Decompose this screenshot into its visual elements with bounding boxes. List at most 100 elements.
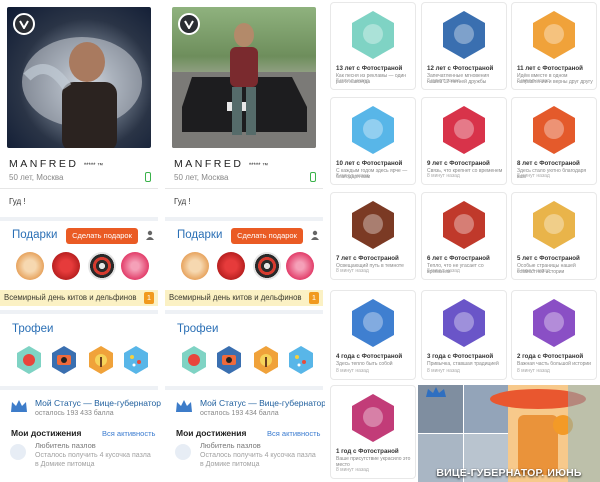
status-title[interactable]: Мой Статус — Вице-губернатор	[35, 398, 161, 408]
profile-name[interactable]: MANFRED ***** ™	[9, 158, 103, 170]
trophy-card-title: 2 года с Фотостраной	[517, 353, 584, 360]
holiday-banner[interactable]: Всемирный день китов и дельфинов 1	[165, 290, 323, 306]
trophy-card-time: 8 минут назад	[336, 368, 369, 374]
trophy-confetti-icon[interactable]	[123, 345, 149, 375]
make-gift-button[interactable]: Сделать подарок	[231, 228, 303, 244]
achievements-title: Мои достижения	[176, 428, 247, 438]
trophy-card[interactable]: 7 лет с Фотостраной Освещающий путь в тем…	[330, 192, 416, 280]
trophy-card-description: Здесь тепло быть собой	[336, 361, 393, 367]
trophy-card-title: 11 лет с Фотостраной	[517, 65, 583, 72]
make-gift-button[interactable]: Сделать подарок	[66, 228, 138, 244]
status-promo-image[interactable]: ВИЦЕ-ГУБЕРНАТОР. ИЮНЬ	[418, 385, 600, 482]
achievement-progress: Осталось получить 4 кусочка пазла в Доми…	[35, 452, 151, 468]
confetti-icon	[352, 106, 394, 154]
gift-teddy-bear[interactable]	[16, 252, 44, 280]
gift-dartboard[interactable]	[253, 252, 281, 280]
trophy-music-note-icon[interactable]	[181, 345, 207, 375]
verified-badge-icon	[178, 13, 200, 35]
fire-icon	[443, 201, 485, 249]
heart-link-icon	[443, 106, 485, 154]
trophy-card-time: 8 минут назад	[517, 368, 550, 374]
trophy-card[interactable]: 9 лет с Фотостраной Связь, что крепнет со…	[421, 97, 507, 185]
trophy-card-description: Важная часть большой истории	[517, 361, 591, 367]
trophy-card[interactable]: 3 года с Фотостраной Привычка, ставшая тр…	[421, 290, 507, 380]
heart-icon	[352, 299, 394, 347]
trophy-card-title: 8 лет с Фотостраной	[517, 160, 580, 167]
trophy-music-note-icon[interactable]	[16, 345, 42, 375]
user-icon[interactable]	[311, 230, 319, 240]
trophy-card[interactable]: 4 года с Фотостраной Здесь тепло быть соб…	[330, 290, 416, 380]
status-points-left: осталось 193 433 балла	[35, 410, 114, 417]
gift-dartboard[interactable]	[88, 252, 116, 280]
trophy-card-title: 13 лет с Фотострaной	[336, 65, 403, 72]
armchair-icon	[533, 106, 575, 154]
all-activity-link[interactable]: Вся активность	[267, 429, 320, 438]
profile-column-2: MANFRED ***** ™ 50 лет, Москва Гуд ! Под…	[165, 0, 326, 482]
status-crown-icon	[176, 400, 192, 412]
trophies-title[interactable]: Трофеи	[12, 323, 53, 335]
status-points-left: осталось 193 434 балла	[200, 410, 279, 417]
profile-info: 50 лет, Москва	[9, 173, 64, 182]
trophy-card-time: 8 минут назад	[427, 173, 460, 179]
holiday-banner[interactable]: Всемирный день китов и дельфинов 1	[0, 290, 158, 306]
trophy-card[interactable]: 10 лет с Фотостраной С каждым годом здесь…	[330, 97, 416, 185]
trophy-card-time: 8 минут назад	[427, 368, 460, 374]
profile-column-1: MANFRED ***** ™ 50 лет, Москва Гуд ! Под…	[0, 0, 161, 482]
status-title[interactable]: Мой Статус — Вице-губернатор	[200, 398, 326, 408]
all-activity-link[interactable]: Вся активность	[102, 429, 155, 438]
gift-heart-ring[interactable]	[121, 252, 149, 280]
trophies-title[interactable]: Трофеи	[177, 323, 218, 335]
trophy-card[interactable]: 6 лет с Фотостраной Тепло, что не угасает…	[421, 192, 507, 280]
trophy-cards-panel: ВИЦЕ-ГУБЕРНАТОР. ИЮНЬ 13 лет с Фотострaн…	[325, 0, 600, 482]
gift-teddy-bear[interactable]	[181, 252, 209, 280]
trophy-card[interactable]: 11 лет с Фотостраной Идём вместе в одном …	[511, 2, 597, 90]
achievement-progress: Осталось получить 4 кусочка пазла в Доми…	[200, 452, 316, 468]
achievements-title: Мои достижения	[11, 428, 82, 438]
trophy-card[interactable]: 1 год с Фотостраной Ваше присутствие укра…	[330, 385, 416, 479]
promo-caption: ВИЦЕ-ГУБЕРНАТОР. ИЮНЬ	[436, 467, 582, 479]
flower-icon	[352, 394, 394, 442]
mobile-phone-icon	[145, 172, 151, 182]
trophy-confetti-icon[interactable]	[288, 345, 314, 375]
trophy-palm-sunset-icon[interactable]	[88, 345, 114, 375]
holiday-count-badge: 1	[309, 292, 319, 304]
trophy-palm-sunset-icon[interactable]	[253, 345, 279, 375]
trophy-card[interactable]: 8 лет с Фотостраной Здесь стало уютно бла…	[511, 97, 597, 185]
trophy-card[interactable]: 2 года с Фотостраной Важная часть большой…	[511, 290, 597, 380]
gift-panda-hearts[interactable]	[52, 252, 80, 280]
mobile-phone-icon	[310, 172, 316, 182]
status-message: Гуд !	[174, 197, 191, 206]
trophy-card-time: 8 минут назад	[336, 467, 369, 473]
gift-panda-hearts[interactable]	[217, 252, 245, 280]
trophy-card[interactable]: 13 лет с Фотострaной Как песня из рекламы…	[330, 2, 416, 90]
gift-heart-ring[interactable]	[286, 252, 314, 280]
gifts-title[interactable]: Подарки	[12, 229, 57, 241]
trophy-card-title: 9 лет с Фотостраной	[427, 160, 490, 167]
divider	[165, 217, 323, 221]
trophy-card-time: 8 минут назад	[336, 173, 369, 179]
profile-photo[interactable]	[7, 7, 151, 148]
achievement-name[interactable]: Любитель пазлов	[200, 441, 261, 450]
user-icon[interactable]	[146, 230, 154, 240]
lantern-icon	[352, 201, 394, 249]
music-note-icon	[352, 11, 394, 59]
trophy-card-time: 8 минут назад	[336, 268, 369, 274]
trophy-card-time: 8 минут назад	[517, 173, 550, 179]
divider	[165, 386, 323, 390]
camera-icon	[443, 11, 485, 59]
trophy-card[interactable]: 12 лет с Фотостраной Запечатленные мгнове…	[421, 2, 507, 90]
gifts-title[interactable]: Подарки	[177, 229, 222, 241]
trophy-card-time: 8 минут назад	[427, 78, 460, 84]
achievement-name[interactable]: Любитель пазлов	[35, 441, 96, 450]
profile-name[interactable]: MANFRED ***** ™	[174, 158, 268, 170]
book-icon	[533, 201, 575, 249]
trophy-camera-icon[interactable]	[51, 345, 77, 375]
trophy-card[interactable]: 5 лет с Фотостраной Особые страницы нашей…	[511, 192, 597, 280]
divider	[165, 310, 323, 314]
trophy-camera-icon[interactable]	[216, 345, 242, 375]
coffee-icon	[443, 299, 485, 347]
divider	[165, 188, 323, 189]
profile-photo[interactable]	[172, 7, 316, 148]
verified-badge-icon	[13, 13, 35, 35]
holiday-count-badge: 1	[144, 292, 154, 304]
